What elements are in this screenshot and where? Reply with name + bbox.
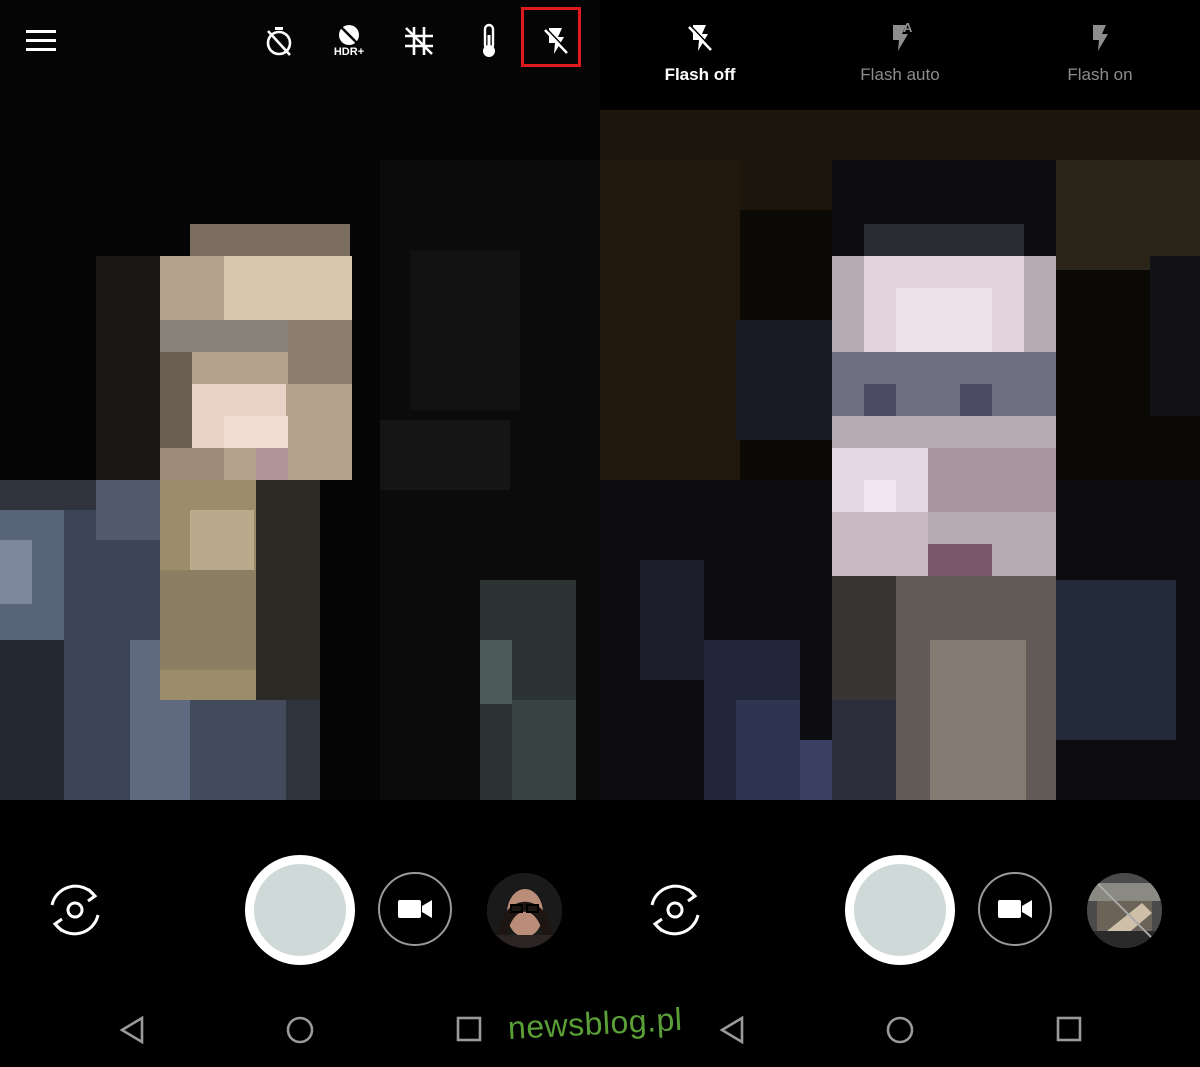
switch-camera-icon[interactable] xyxy=(44,879,106,941)
flash-auto-option[interactable]: A Flash auto xyxy=(810,22,990,85)
camera-preview-left xyxy=(0,0,600,800)
white-balance-icon[interactable] xyxy=(468,20,510,62)
video-mode-button[interactable] xyxy=(378,872,452,946)
home-icon[interactable] xyxy=(285,1015,315,1050)
timer-icon[interactable] xyxy=(258,20,300,62)
right-camera-screen: Flash off A Flash auto Flash on xyxy=(600,0,1200,1067)
flash-options-bar: Flash off A Flash auto Flash on xyxy=(600,0,1200,110)
home-icon[interactable] xyxy=(885,1015,915,1050)
grid-off-icon[interactable] xyxy=(398,20,440,62)
hdr-plus-icon[interactable]: HDR+ xyxy=(326,18,372,64)
system-nav-bar-right xyxy=(600,995,1200,1067)
flash-auto-label: Flash auto xyxy=(810,65,990,85)
video-mode-button[interactable] xyxy=(978,872,1052,946)
back-icon[interactable] xyxy=(118,1015,146,1050)
camera-controls-right xyxy=(600,800,1200,1000)
hdr-label: HDR+ xyxy=(334,46,364,58)
switch-camera-icon[interactable] xyxy=(644,879,706,941)
recents-icon[interactable] xyxy=(1055,1015,1083,1048)
flash-off-label: Flash off xyxy=(610,65,790,85)
camera-controls-left xyxy=(0,800,600,1000)
gallery-thumbnail[interactable] xyxy=(1087,873,1162,948)
video-camera-icon xyxy=(998,898,1032,920)
flash-highlight-box xyxy=(521,7,581,67)
recents-icon[interactable] xyxy=(455,1015,483,1048)
menu-icon[interactable] xyxy=(20,20,62,62)
flash-off-option[interactable]: Flash off xyxy=(610,22,790,85)
flash-auto-icon: A xyxy=(883,22,917,54)
back-icon[interactable] xyxy=(718,1015,746,1050)
video-camera-icon xyxy=(398,898,432,920)
flash-auto-letter: A xyxy=(903,20,912,35)
shutter-button[interactable] xyxy=(845,855,955,965)
flash-on-label: Flash on xyxy=(1010,65,1190,85)
flash-on-icon xyxy=(1088,22,1112,54)
left-camera-screen: HDR+ xyxy=(0,0,600,1067)
flash-off-icon xyxy=(685,22,715,54)
camera-preview-right xyxy=(600,0,1200,800)
top-toolbar-left: HDR+ xyxy=(0,0,600,110)
shutter-button[interactable] xyxy=(245,855,355,965)
flash-on-option[interactable]: Flash on xyxy=(1010,22,1190,85)
gallery-thumbnail[interactable] xyxy=(487,873,562,948)
